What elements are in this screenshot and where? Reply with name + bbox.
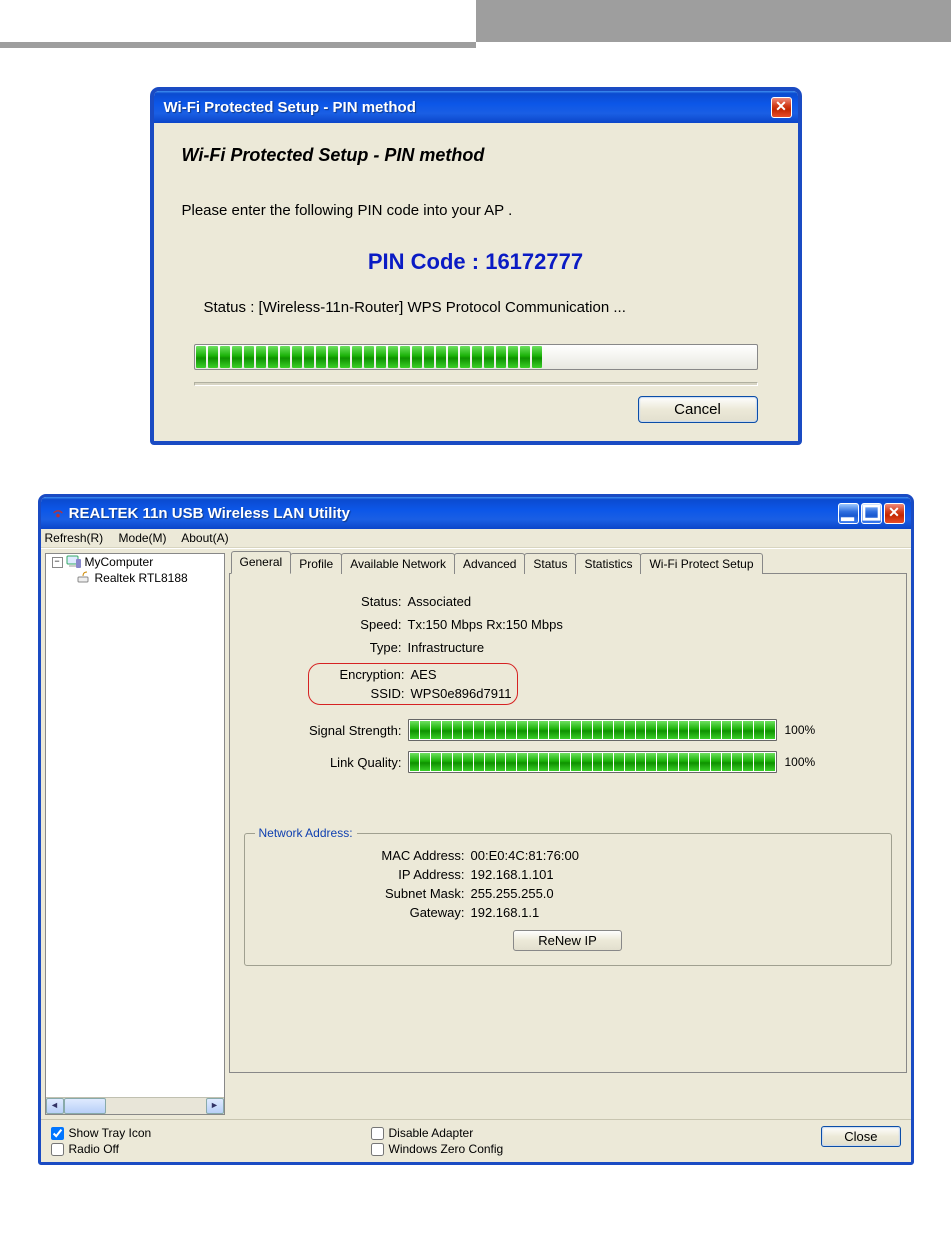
cancel-button[interactable]: Cancel xyxy=(638,396,758,423)
checkbox-radio-off[interactable]: Radio Off xyxy=(51,1142,371,1156)
scroll-left-icon[interactable]: ◄ xyxy=(46,1098,64,1114)
tab-advanced[interactable]: Advanced xyxy=(454,553,525,574)
tab-available-network[interactable]: Available Network xyxy=(341,553,455,574)
banner-stripe xyxy=(0,42,476,48)
value-status: Associated xyxy=(408,594,472,609)
value-speed: Tx:150 Mbps Rx:150 Mbps xyxy=(408,617,563,632)
device-tree[interactable]: − MyComputer Realtek RTL8188 ◄ ► xyxy=(45,553,225,1115)
top-banner xyxy=(0,0,951,42)
checkbox-disable-adapter-input[interactable] xyxy=(371,1127,384,1140)
status-line: Status : [Wireless-11n-Router] WPS Proto… xyxy=(204,299,776,316)
progress-bar xyxy=(194,344,758,370)
value-encryption: AES xyxy=(411,667,437,682)
signal-strength-value: 100% xyxy=(785,723,816,737)
scroll-thumb[interactable] xyxy=(64,1098,106,1114)
dialog-title: Wi-Fi Protected Setup - PIN method xyxy=(164,99,416,116)
value-gateway: 192.168.1.1 xyxy=(471,905,540,920)
tab-general[interactable]: General xyxy=(231,551,292,574)
footer: Show Tray Icon Radio Off Disable Adapter… xyxy=(41,1119,911,1162)
checkbox-zero-config-input[interactable] xyxy=(371,1143,384,1156)
tab-profile[interactable]: Profile xyxy=(290,553,342,574)
label-mac: MAC Address: xyxy=(255,848,471,863)
checkbox-zero-config[interactable]: Windows Zero Config xyxy=(371,1142,822,1156)
tab-general-content: Status: Associated Speed: Tx:150 Mbps Rx… xyxy=(229,573,907,1073)
menubar: Refresh(R) Mode(M) About(A) xyxy=(41,529,911,548)
menu-refresh[interactable]: Refresh(R) xyxy=(45,531,104,545)
checkbox-show-tray[interactable]: Show Tray Icon xyxy=(51,1126,371,1140)
adapter-icon xyxy=(76,571,92,585)
label-ip: IP Address: xyxy=(255,867,471,882)
value-type: Infrastructure xyxy=(408,640,485,655)
collapse-icon[interactable]: − xyxy=(52,557,63,568)
label-speed: Speed: xyxy=(244,617,408,632)
close-button[interactable]: Close xyxy=(821,1126,900,1147)
tab-wps[interactable]: Wi-Fi Protect Setup xyxy=(640,553,762,574)
label-subnet: Subnet Mask: xyxy=(255,886,471,901)
dialog-instruction: Please enter the following PIN code into… xyxy=(182,202,776,219)
computer-icon xyxy=(66,555,82,569)
tabstrip: General Profile Available Network Advanc… xyxy=(231,553,907,574)
maximize-icon[interactable] xyxy=(861,503,882,524)
minimize-icon[interactable] xyxy=(838,503,859,524)
label-signal-strength: Signal Strength: xyxy=(244,723,408,738)
tree-child[interactable]: Realtek RTL8188 xyxy=(46,570,224,586)
label-encryption: Encryption: xyxy=(315,667,411,682)
banner-shade xyxy=(476,0,951,42)
label-link-quality: Link Quality: xyxy=(244,755,408,770)
close-icon[interactable]: ✕ xyxy=(884,503,905,524)
label-type: Type: xyxy=(244,640,408,655)
circled-highlight: Encryption: AES SSID: WPS0e896d7911 xyxy=(308,663,519,705)
checkbox-disable-adapter[interactable]: Disable Adapter xyxy=(371,1126,822,1140)
value-ip: 192.168.1.101 xyxy=(471,867,554,882)
dialog-heading: Wi-Fi Protected Setup - PIN method xyxy=(182,145,776,166)
tree-child-label: Realtek RTL8188 xyxy=(95,571,188,585)
label-ssid: SSID: xyxy=(315,686,411,701)
divider xyxy=(194,382,758,386)
signal-strength-bar xyxy=(408,719,777,741)
link-quality-value: 100% xyxy=(785,755,816,769)
close-icon[interactable]: ✕ xyxy=(771,97,792,118)
scroll-right-icon[interactable]: ► xyxy=(206,1098,224,1114)
tree-root[interactable]: − MyComputer xyxy=(46,554,224,570)
label-status: Status: xyxy=(244,594,408,609)
value-subnet: 255.255.255.0 xyxy=(471,886,554,901)
tab-statistics[interactable]: Statistics xyxy=(575,553,641,574)
app-title: REALTEK 11n USB Wireless LAN Utility xyxy=(69,505,350,522)
pin-code-display: PIN Code : 16172777 xyxy=(176,249,776,275)
wlan-utility-window: REALTEK 11n USB Wireless LAN Utility ✕ R… xyxy=(38,494,914,1165)
horizontal-scrollbar[interactable]: ◄ ► xyxy=(46,1097,224,1114)
menu-about[interactable]: About(A) xyxy=(181,531,228,545)
tab-status[interactable]: Status xyxy=(524,553,576,574)
wps-pin-dialog: Wi-Fi Protected Setup - PIN method ✕ Wi-… xyxy=(151,88,801,444)
link-quality-bar xyxy=(408,751,777,773)
titlebar[interactable]: Wi-Fi Protected Setup - PIN method ✕ xyxy=(154,91,798,123)
value-ssid: WPS0e896d7911 xyxy=(411,686,512,701)
network-address-legend: Network Address: xyxy=(255,826,357,840)
app-icon xyxy=(51,506,65,520)
checkbox-show-tray-input[interactable] xyxy=(51,1127,64,1140)
label-gateway: Gateway: xyxy=(255,905,471,920)
network-address-group: Network Address: MAC Address: 00:E0:4C:8… xyxy=(244,833,892,966)
tree-root-label: MyComputer xyxy=(85,555,154,569)
menu-mode[interactable]: Mode(M) xyxy=(119,531,167,545)
value-mac: 00:E0:4C:81:76:00 xyxy=(471,848,579,863)
checkbox-radio-off-input[interactable] xyxy=(51,1143,64,1156)
renew-ip-button[interactable]: ReNew IP xyxy=(513,930,622,951)
titlebar[interactable]: REALTEK 11n USB Wireless LAN Utility ✕ xyxy=(41,497,911,529)
